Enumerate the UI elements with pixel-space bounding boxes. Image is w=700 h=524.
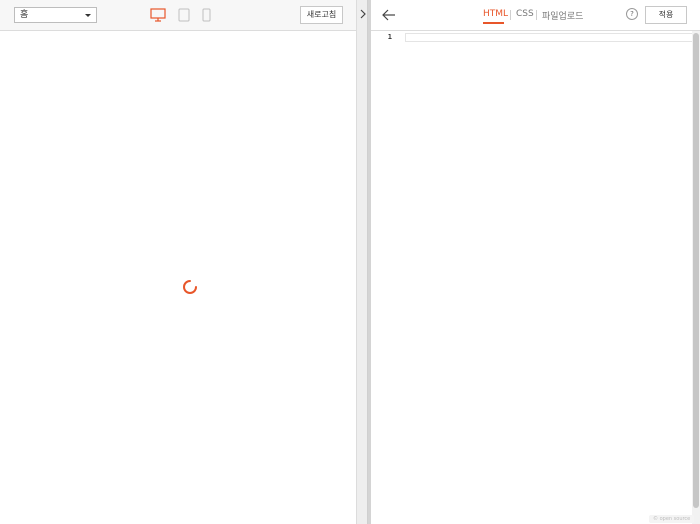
apply-button[interactable]: 적용 [645, 6, 687, 24]
editor-scrollbar-thumb[interactable] [693, 33, 699, 508]
tab-file-upload[interactable]: 파일업로드 [542, 9, 583, 22]
desktop-view-icon[interactable] [150, 8, 166, 22]
page-select[interactable]: 홈 [14, 7, 97, 23]
preview-pane: 홈 새로고침 [0, 0, 356, 524]
mobile-view-icon[interactable] [202, 8, 211, 22]
line-number-gutter: 1 [371, 31, 401, 524]
code-line-active[interactable] [405, 33, 693, 42]
tablet-view-icon[interactable] [178, 8, 190, 22]
collapse-panel-toggle[interactable] [356, 0, 368, 524]
chevron-right-icon [360, 9, 366, 19]
refresh-button[interactable]: 새로고침 [300, 6, 343, 24]
footer-tag: © open source [649, 515, 695, 523]
tab-separator [536, 10, 537, 20]
editor-toolbar: HTML CSS 파일업로드 ? 적용 [371, 0, 700, 31]
chevron-down-icon [85, 14, 91, 17]
preview-toolbar: 홈 새로고침 [0, 0, 356, 31]
active-tab-indicator [483, 22, 504, 24]
loading-spinner-icon [183, 280, 197, 294]
tab-separator [510, 10, 511, 20]
tab-html[interactable]: HTML [483, 9, 508, 19]
tab-css[interactable]: CSS [516, 9, 534, 19]
page-select-value: 홈 [20, 10, 29, 20]
help-icon[interactable]: ? [626, 8, 638, 20]
back-arrow-icon[interactable] [382, 8, 396, 22]
editor-pane: HTML CSS 파일업로드 ? 적용 1 © open source [371, 0, 700, 524]
line-number: 1 [387, 33, 392, 41]
